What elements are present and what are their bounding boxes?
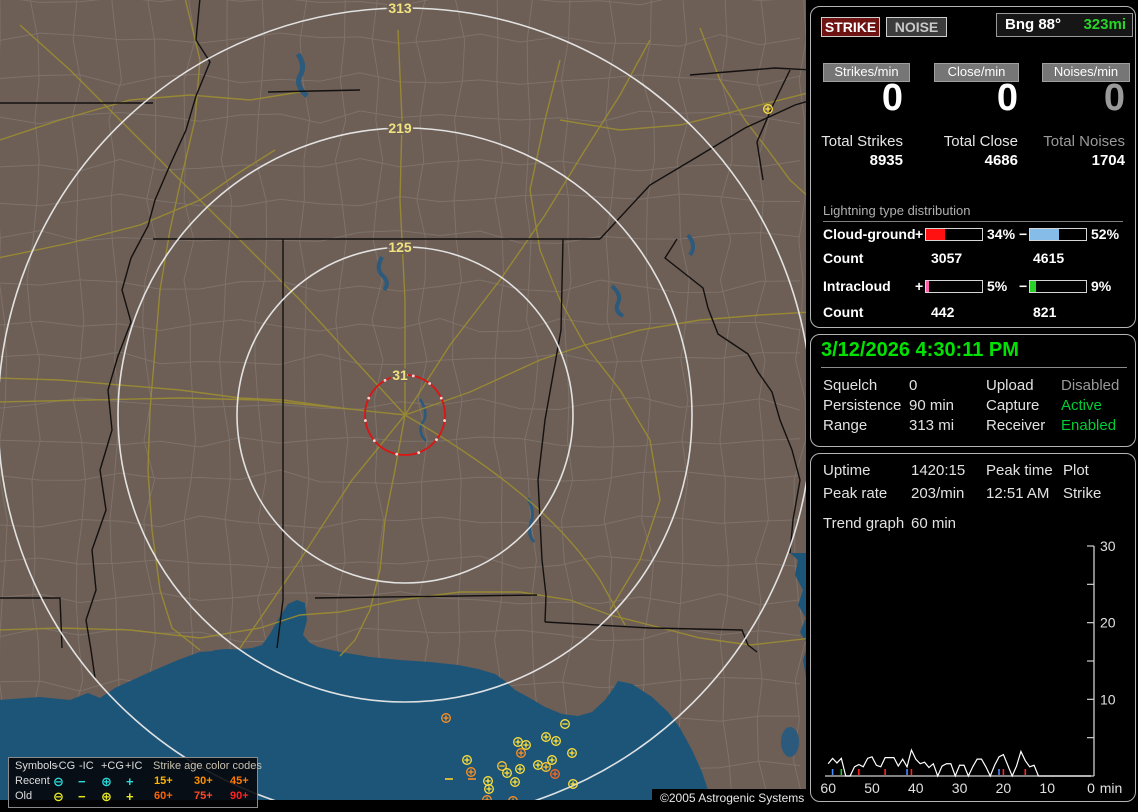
svg-text:10: 10: [1039, 780, 1055, 796]
ring-distance-label: 31: [392, 367, 408, 383]
ic-plus-bar: [925, 280, 983, 293]
cg-plus-bar: [925, 228, 983, 241]
upload-status: Disabled: [1061, 377, 1120, 394]
plus-sign: +: [915, 278, 924, 294]
cloud-ground-label: Cloud-ground: [823, 226, 916, 242]
ic-minus-bar: [1029, 280, 1087, 293]
strike-symbol-icon: ⊖: [53, 774, 64, 789]
strike-symbol-icon: +: [126, 789, 134, 804]
bearing-range: 323mi: [1083, 16, 1126, 33]
plus-sign: +: [915, 226, 924, 242]
squelch-value: 0: [909, 377, 918, 394]
strike-symbol-icon: +: [126, 774, 134, 789]
datetime-display: 3/12/2026 4:30:11 PM: [821, 339, 1127, 368]
bearing-label: Bng 88°: [1005, 16, 1062, 33]
age-code-label: 30+: [194, 775, 213, 787]
count-label: Count: [823, 304, 864, 320]
capture-status: Active: [1061, 397, 1102, 414]
bearing-display: Bng 88° 323mi: [996, 13, 1133, 37]
intracloud-label: Intracloud: [823, 278, 891, 294]
strikes-per-min-value: 0: [881, 77, 903, 119]
cg-plus-count: 3057: [931, 250, 963, 266]
cg-minus-count: 4615: [1033, 250, 1065, 266]
strike-symbol-icon: ⊖: [53, 789, 64, 804]
distribution-header: Lightning type distribution: [823, 203, 1123, 222]
persistence-label: Persistence: [823, 397, 902, 414]
svg-text:60: 60: [820, 780, 836, 796]
range-value: 313 mi: [909, 417, 955, 434]
cg-minus-bar: [1029, 228, 1087, 241]
svg-text:0: 0: [1087, 780, 1095, 796]
ic-minus-pct: 9%: [1091, 278, 1112, 294]
squelch-label: Squelch: [823, 377, 878, 394]
age-code-label: 75+: [194, 790, 213, 802]
noises-per-min-value: 0: [1103, 77, 1125, 119]
ic-minus-count: 821: [1033, 304, 1057, 320]
range-label: Range: [823, 417, 868, 434]
legend-col-header: Symbols: [15, 760, 58, 772]
strike-symbol-icon: −: [78, 774, 86, 789]
ring-distance-label: 125: [388, 239, 412, 255]
strike-stats-box: STRIKE NOISE Bng 88° 323mi Strikes/min C…: [810, 6, 1136, 328]
strike-symbol-icon: −: [78, 789, 86, 804]
legend-row-label: Old: [15, 790, 33, 802]
upload-label: Upload: [986, 377, 1034, 394]
map-area[interactable]: 313 219 125 31 Symbols -CG -IC +CG +IC Strike ag…: [0, 0, 813, 812]
svg-text:10: 10: [1100, 691, 1116, 707]
close-per-min-value: 0: [996, 77, 1018, 119]
age-code-label: 60+: [154, 790, 173, 802]
count-label: Count: [823, 250, 864, 266]
svg-text:30: 30: [1100, 538, 1116, 554]
capture-label: Capture: [986, 397, 1040, 414]
age-code-label: 90+: [230, 790, 249, 802]
clock-status-box: 3/12/2026 4:30:11 PM Squelch 0 Upload Di…: [810, 334, 1136, 447]
total-strikes-value: 8935: [869, 152, 903, 169]
side-panel: STRIKE NOISE Bng 88° 323mi Strikes/min C…: [806, 0, 1138, 812]
persistence-value: 90 min: [909, 397, 955, 414]
receiver-label: Receiver: [986, 417, 1046, 434]
stats-trend-box: Uptime 1420:15 Peak time Plot Peak rate …: [810, 453, 1136, 802]
trend-graph: 10 20 30 60 50 40 30 20 10 0 min: [820, 538, 1123, 796]
svg-text:20: 20: [996, 780, 1012, 796]
ic-plus-count: 442: [931, 304, 955, 320]
receiver-status: Enabled: [1061, 417, 1117, 434]
legend-col-header: -IC: [79, 760, 94, 772]
svg-text:min: min: [1100, 780, 1123, 796]
legend-col-header: -CG: [55, 760, 76, 772]
legend-row-label: Recent: [15, 775, 50, 787]
map-legend: Symbols -CG -IC +CG +IC Strike age color code…: [8, 757, 262, 808]
strike-symbol-icon: ⊕: [101, 789, 112, 804]
age-code-label: 45+: [230, 775, 249, 787]
strike-symbol-icon: ⊕: [101, 774, 112, 789]
noise-button[interactable]: NOISE: [886, 17, 947, 37]
lightning-map[interactable]: 313 219 125 31: [0, 0, 806, 800]
ring-distance-label: 313: [388, 0, 412, 16]
minus-sign: −: [1019, 278, 1028, 294]
ring-distance-label: 219: [388, 120, 412, 136]
cg-plus-pct: 34%: [987, 226, 1016, 242]
copyright-text: ©2005 Astrogenic Systems: [652, 789, 813, 808]
strike-button[interactable]: STRIKE: [821, 17, 880, 37]
age-code-label: 15+: [154, 775, 173, 787]
legend-col-header: +IC: [125, 760, 143, 772]
legend-age-header: Strike age color codes: [153, 760, 262, 772]
app-window: 313 219 125 31 Symbols -CG -IC +CG +IC Strike ag…: [0, 0, 1138, 812]
cg-minus-pct: 52%: [1091, 226, 1120, 242]
total-noises-label: Total Noises: [1043, 133, 1125, 150]
total-noises-value: 1704: [1091, 152, 1125, 169]
svg-text:40: 40: [908, 780, 924, 796]
svg-text:20: 20: [1100, 615, 1116, 631]
svg-text:50: 50: [864, 780, 880, 796]
ic-plus-pct: 5%: [987, 278, 1008, 294]
lake-pontchartrain: [194, 649, 262, 683]
total-strikes-label: Total Strikes: [821, 133, 903, 150]
legend-col-header: +CG: [101, 760, 124, 772]
minus-sign: −: [1019, 226, 1028, 242]
svg-text:30: 30: [952, 780, 968, 796]
